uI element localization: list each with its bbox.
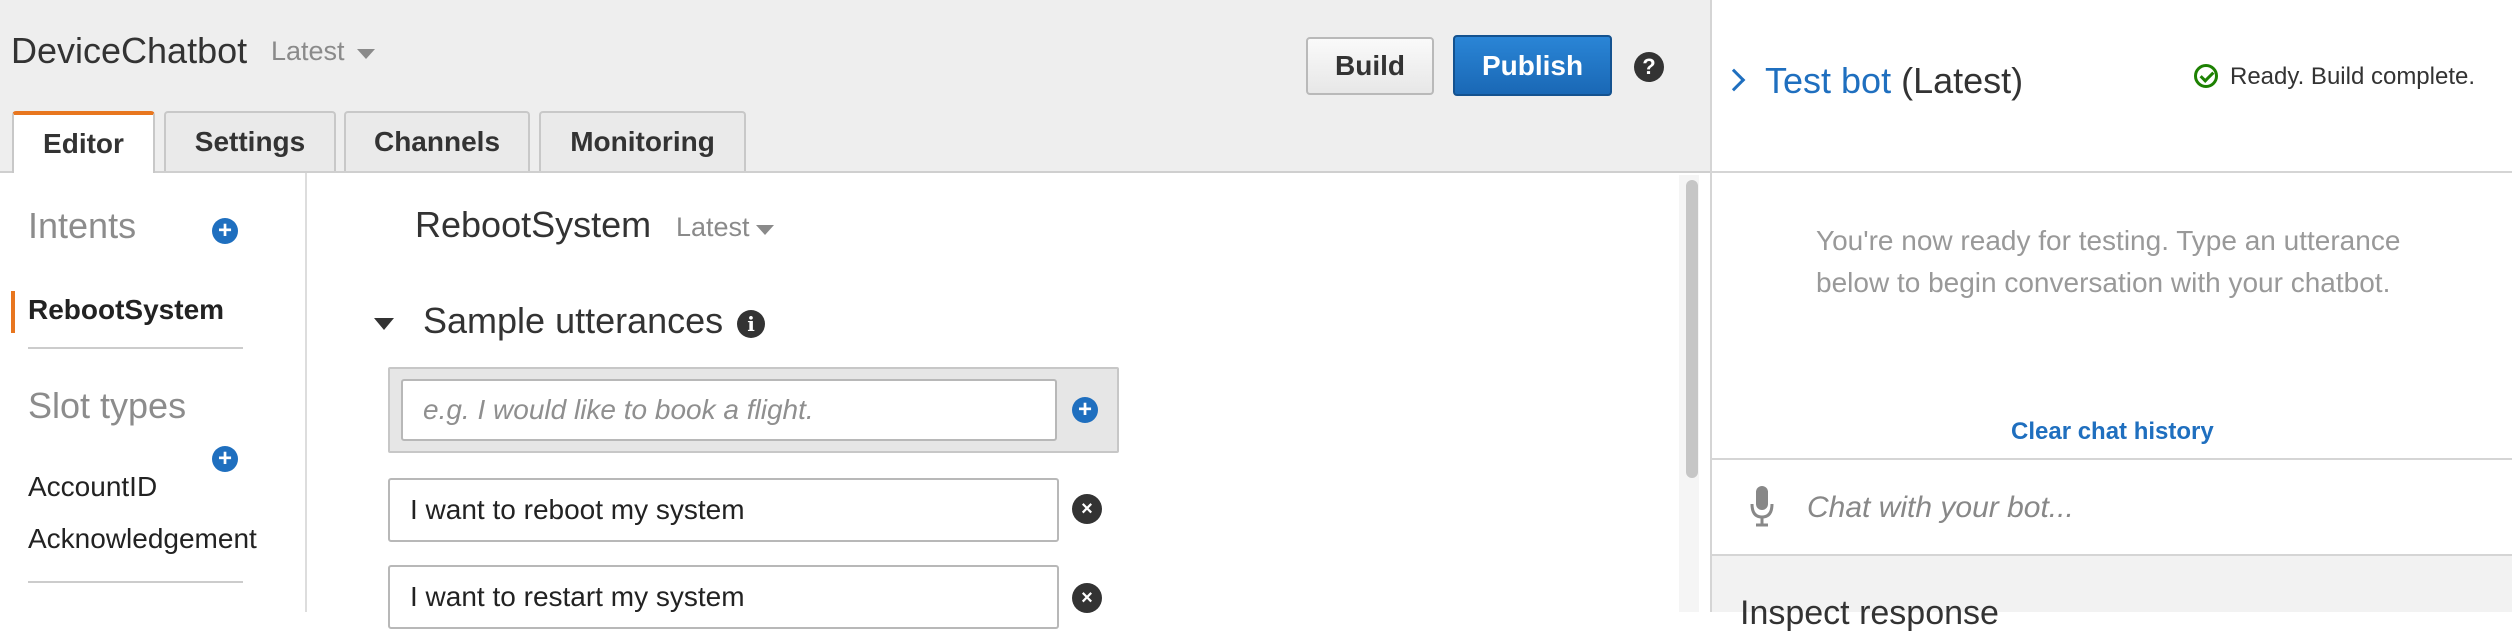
tab-monitoring[interactable]: Monitoring [539, 111, 746, 171]
ready-message: You're now ready for testing. Type an ut… [1816, 225, 2401, 298]
help-icon[interactable]: ? [1634, 52, 1664, 82]
sidebar-item-accountid[interactable]: AccountID [28, 471, 157, 503]
test-bot-header: Test bot (Latest) Ready. Build complete. [1712, 0, 2512, 173]
test-bot-title[interactable]: Test bot (Latest) [1765, 60, 2023, 102]
inspect-response-section: Inspect response [1712, 556, 2512, 632]
tab-editor[interactable]: Editor [12, 111, 155, 173]
top-bar: DeviceChatbot Latest Build Publish ? Edi… [0, 0, 1710, 173]
remove-icon[interactable]: × [1072, 583, 1102, 613]
sidebar-item-acknowledgement[interactable]: Acknowledgement [28, 523, 257, 555]
divider [28, 347, 243, 349]
intents-heading: Intents [28, 205, 137, 246]
caret-down-icon [755, 224, 774, 235]
chat-input-row [1712, 458, 2512, 556]
section-title: Sample utterances [423, 300, 724, 341]
bot-name: DeviceChatbot [11, 30, 248, 71]
tab-settings[interactable]: Settings [164, 111, 336, 171]
microphone-icon[interactable] [1748, 484, 1776, 528]
chat-input[interactable] [1805, 480, 2469, 536]
bot-version-label: Latest [271, 36, 345, 66]
utterance-item[interactable]: I want to restart my system [388, 565, 1059, 629]
add-slot-type-icon[interactable]: + [212, 446, 238, 472]
sidebar-item-rebootsystem[interactable]: RebootSystem [28, 294, 224, 326]
selected-indicator [11, 291, 15, 333]
test-bot-panel: Test bot (Latest) Ready. Build complete.… [1710, 0, 2512, 632]
scrollbar-thumb[interactable] [1686, 180, 1698, 478]
intent-title: RebootSystem [415, 204, 652, 245]
tab-channels[interactable]: Channels [344, 111, 530, 171]
slot-types-heading: Slot types [28, 385, 187, 426]
chevron-right-icon[interactable] [1722, 68, 1746, 92]
build-status: Ready. Build complete. [2230, 63, 2476, 90]
utterance-item[interactable]: I want to reboot my system [388, 478, 1059, 542]
build-button[interactable]: Build [1306, 37, 1434, 95]
add-intent-icon[interactable]: + [212, 218, 238, 244]
clear-chat-history-link[interactable]: Clear chat history [2011, 418, 2214, 446]
intent-version-dropdown[interactable]: Latest [676, 212, 774, 243]
check-circle-icon [2194, 64, 2218, 88]
caret-down-icon [356, 48, 375, 59]
editor-area: DeviceChatbot Latest Build Publish ? Edi… [0, 0, 1710, 629]
add-utterance-icon[interactable]: + [1072, 397, 1098, 423]
test-bot-label: Test bot [1765, 60, 1892, 101]
new-utterance-input[interactable] [401, 379, 1057, 441]
inspect-response-title[interactable]: Inspect response [1740, 594, 1999, 633]
info-icon[interactable]: i [737, 310, 765, 338]
left-navigation: Intents + RebootSystem Slot types + Acco… [0, 173, 307, 612]
test-bot-version: (Latest) [1901, 60, 2024, 101]
remove-icon[interactable]: × [1072, 494, 1102, 524]
publish-button[interactable]: Publish [1453, 35, 1612, 96]
collapse-toggle-icon[interactable] [374, 318, 394, 330]
intent-version-label: Latest [676, 212, 750, 242]
divider [28, 581, 243, 583]
bot-version-dropdown[interactable]: Latest [271, 36, 375, 67]
